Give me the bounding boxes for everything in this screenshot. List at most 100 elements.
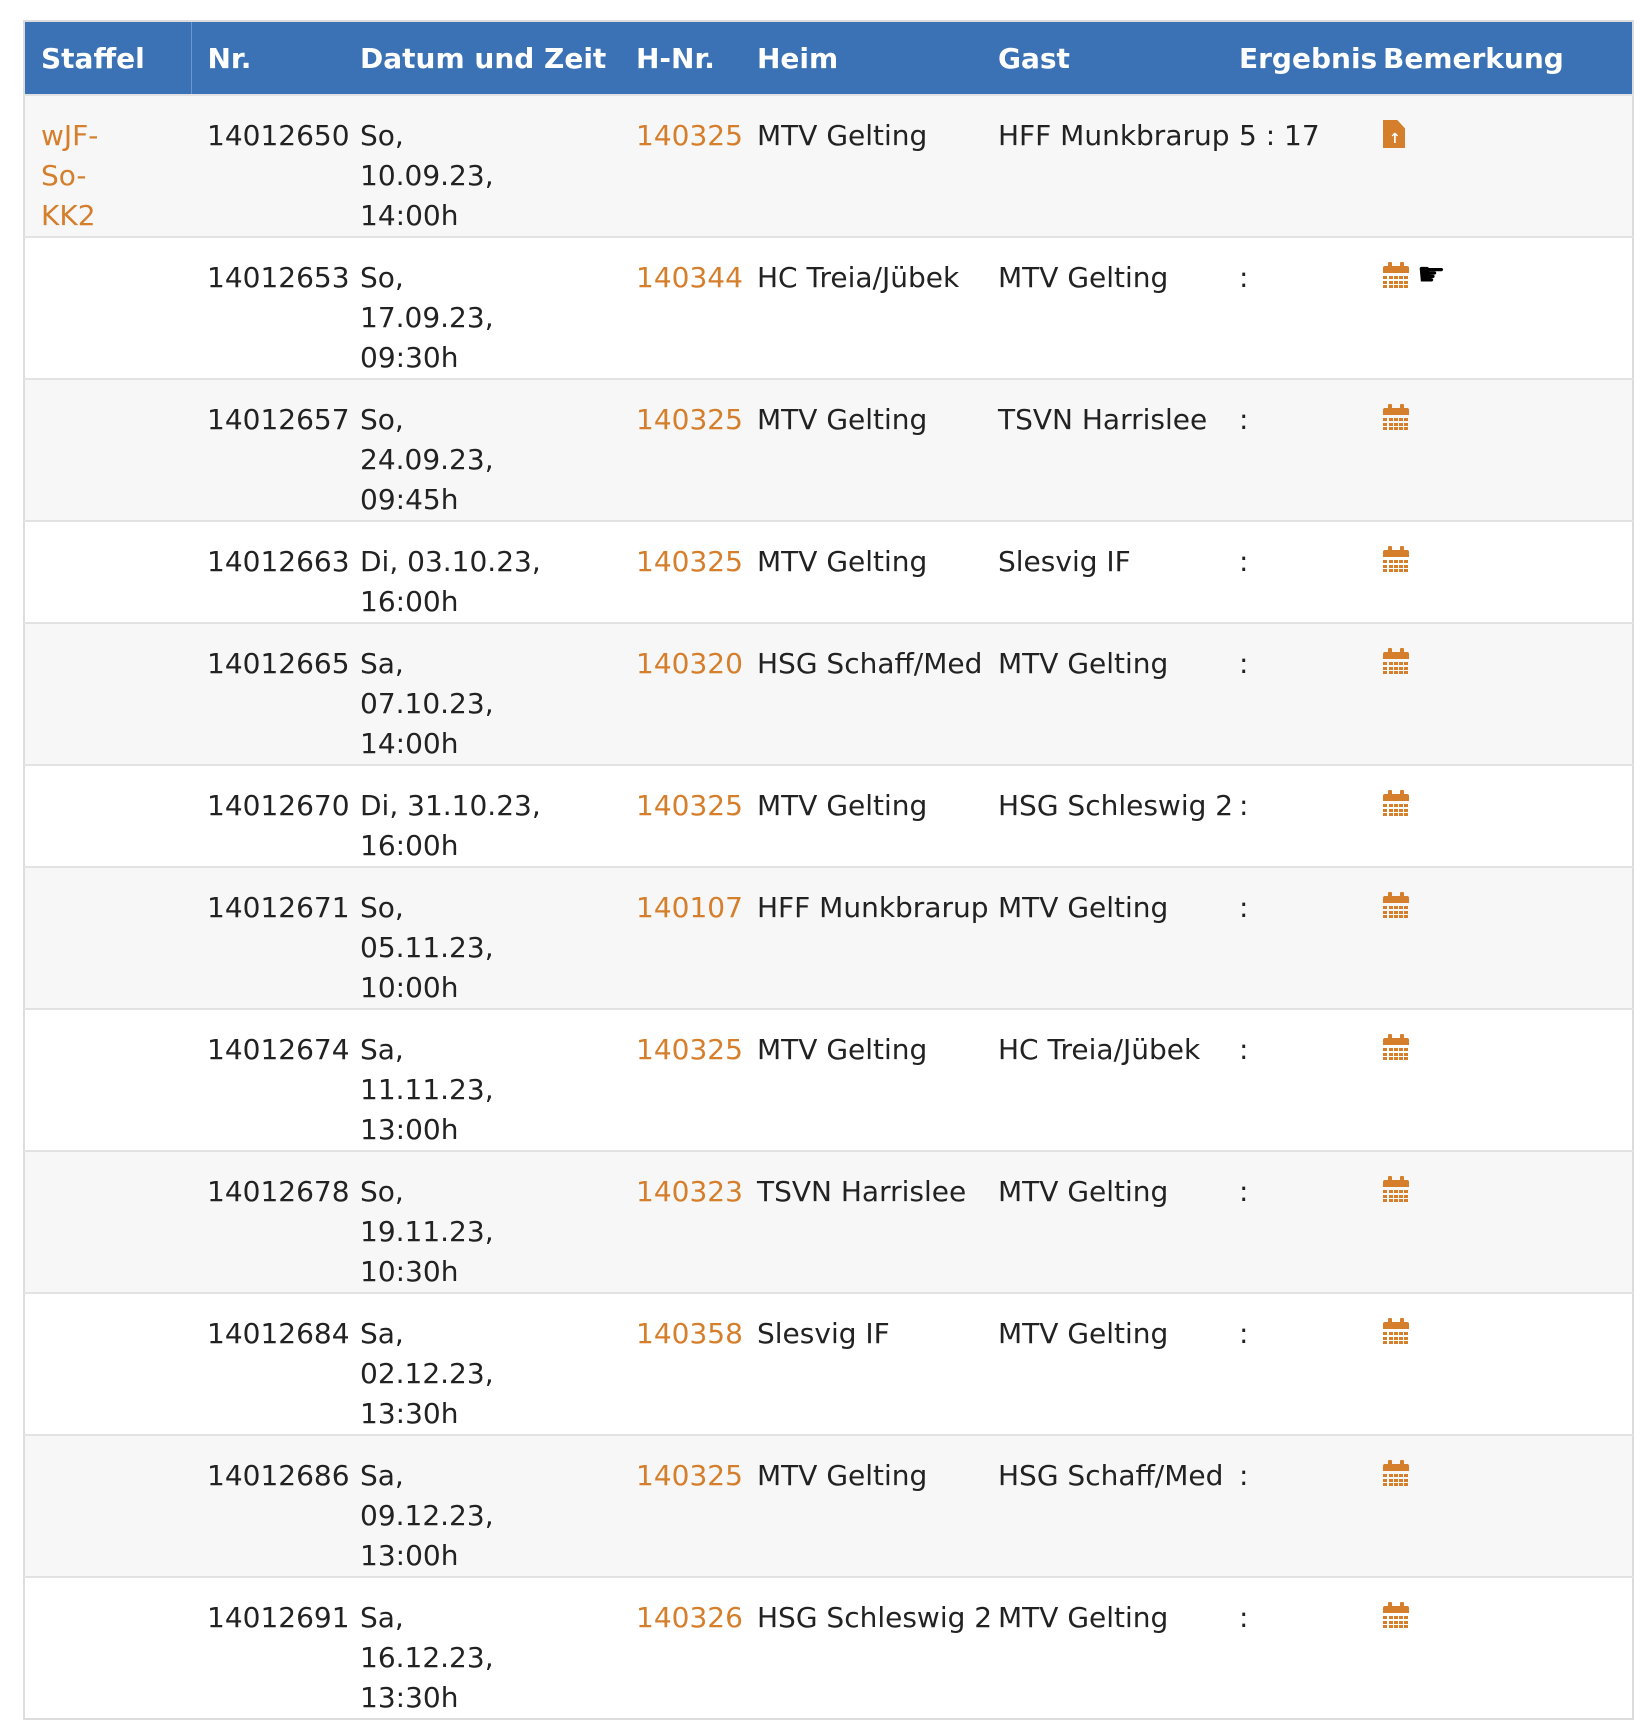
cell-datum: Sa, 16.12.23, 13:30h [344,1576,620,1719]
cell-staffel[interactable]: wJF-So-KK2 [24,94,191,237]
hall-number-link[interactable]: 140320 [636,647,743,680]
hall-number-link[interactable]: 140325 [636,119,743,152]
hall-number-link[interactable]: 140325 [636,545,743,578]
header-datum: Datum und Zeit [360,41,607,75]
cell-gast: MTV Gelting [982,866,1223,1009]
cell-bemerkung [1367,1576,1633,1719]
calendar-icon[interactable] [1383,404,1409,430]
cell-hnr[interactable]: 140326 [620,1576,743,1719]
cell-hnr[interactable]: 140358 [620,1292,743,1435]
cell-nr: 14012678 [191,1150,350,1293]
table-row: 14012671 So, 05.11.23, 10:00h 140107 HFF Mu… [24,866,1633,1009]
cell-ergebnis: : [1223,1150,1367,1293]
cell-hnr[interactable]: 140344 [620,236,743,379]
cell-datum: So, 17.09.23, 09:30h [344,236,620,379]
cell-hnr[interactable]: 140325 [620,378,743,521]
hall-number-link[interactable]: 140326 [636,1601,743,1634]
calendar-icon[interactable] [1383,790,1409,816]
cell-hnr[interactable]: 140325 [620,1008,743,1151]
cell-datum: Sa, 09.12.23, 13:00h [344,1434,620,1577]
calendar-icon[interactable] [1383,1460,1409,1486]
calendar-icon[interactable] [1383,1318,1409,1344]
cell-datum: Sa, 11.11.23, 13:00h [344,1008,620,1151]
header-heim: Heim [757,41,839,75]
cell-staffel [24,1576,191,1719]
cell-staffel [24,1292,191,1435]
cell-heim: MTV Gelting [741,764,982,867]
calendar-icon[interactable] [1383,262,1409,288]
cell-gast: HSG Schaff/Med [982,1434,1223,1577]
cell-gast: Slesvig IF [982,520,1223,623]
cell-gast: MTV Gelting [982,236,1223,379]
cell-bemerkung [1367,1292,1633,1435]
cell-gast: MTV Gelting [982,1292,1223,1435]
schedule-container: Staffel Nr. Datum und Zeit H-Nr. Heim Ga… [23,20,1634,1720]
hall-number-link[interactable]: 140325 [636,789,743,822]
cell-staffel [24,520,191,623]
cell-datum: So, 10.09.23, 14:00h [344,94,620,237]
cell-heim: MTV Gelting [741,1008,982,1151]
hall-number-link[interactable]: 140344 [636,261,743,294]
cell-bemerkung [1367,378,1633,521]
cell-datum: So, 19.11.23, 10:30h [344,1150,620,1293]
cell-staffel [24,622,191,765]
table-row: 14012665 Sa, 07.10.23, 14:00h 140320 HSG Sc… [24,622,1633,765]
cell-nr: 14012653 [191,236,350,379]
cell-bemerkung: ↑ [1367,94,1633,237]
cell-datum: So, 05.11.23, 10:00h [344,866,620,1009]
cell-gast: MTV Gelting [982,622,1223,765]
calendar-icon[interactable] [1383,1602,1409,1628]
cell-hnr[interactable]: 140107 [620,866,743,1009]
hall-number-link[interactable]: 140358 [636,1317,743,1350]
hall-number-link[interactable]: 140323 [636,1175,743,1208]
calendar-icon[interactable] [1383,1034,1409,1060]
calendar-icon[interactable] [1383,1176,1409,1202]
cell-gast: HSG Schleswig 2 [982,764,1233,867]
cell-ergebnis: : [1223,1576,1367,1719]
cell-gast: HC Treia/Jübek [982,1008,1223,1151]
cell-hnr[interactable]: 140325 [620,1434,743,1577]
hall-number-link[interactable]: 140325 [636,403,743,436]
cell-ergebnis: : [1223,520,1367,623]
calendar-icon[interactable] [1383,892,1409,918]
header-ergebnis: Ergebnis [1239,41,1378,75]
cell-heim: HSG Schaff/Med [741,622,982,765]
cell-hnr[interactable]: 140325 [620,520,743,623]
cell-nr: 14012650 [191,94,350,237]
table-row: 14012678 So, 19.11.23, 10:30h 140323 TSVN H… [24,1150,1633,1293]
table-row: 14012691 Sa, 16.12.23, 13:30h 140326 HSG Sc… [24,1576,1633,1719]
hall-number-link[interactable]: 140325 [636,1033,743,1066]
cell-hnr[interactable]: 140325 [620,94,743,237]
cell-heim: HSG Schleswig 2 [741,1576,992,1719]
staffel-link[interactable]: wJF-So-KK2 [41,116,141,236]
cell-gast: MTV Gelting [982,1150,1223,1293]
hall-number-link[interactable]: 140325 [636,1459,743,1492]
cell-nr: 14012665 [191,622,350,765]
cell-staffel [24,1434,191,1577]
cell-datum: Sa, 02.12.23, 13:30h [344,1292,620,1435]
cell-hnr[interactable]: 140320 [620,622,743,765]
cell-hnr[interactable]: 140325 [620,764,743,867]
header-nr: Nr. [207,41,252,75]
header-gast: Gast [998,41,1070,75]
pointing-hand-icon: ☛ [1417,255,1446,293]
cell-ergebnis: 5 : 17 [1223,94,1367,237]
hall-number-link[interactable]: 140107 [636,891,743,924]
cell-heim: MTV Gelting [741,1434,982,1577]
header-staffel: Staffel [24,21,192,95]
cell-ergebnis: : [1223,866,1367,1009]
cell-bemerkung [1367,764,1633,867]
table-row: 14012663 Di, 03.10.23, 16:00h 140325 MTV Ge… [24,520,1633,623]
cell-ergebnis: : [1223,1008,1367,1151]
cell-bemerkung: ☛ [1367,236,1633,379]
cell-bemerkung [1367,520,1633,623]
cell-ergebnis: : [1223,764,1367,867]
calendar-icon[interactable] [1383,648,1409,674]
cell-ergebnis: : [1223,236,1367,379]
cell-bemerkung [1367,1008,1633,1151]
table-header-row: Staffel Nr. Datum und Zeit H-Nr. Heim Ga… [24,21,1633,95]
document-upload-icon[interactable]: ↑ [1383,120,1405,148]
cell-hnr[interactable]: 140323 [620,1150,743,1293]
calendar-icon[interactable] [1383,546,1409,572]
table-row: 14012674 Sa, 11.11.23, 13:00h 140325 MTV Ge… [24,1008,1633,1151]
